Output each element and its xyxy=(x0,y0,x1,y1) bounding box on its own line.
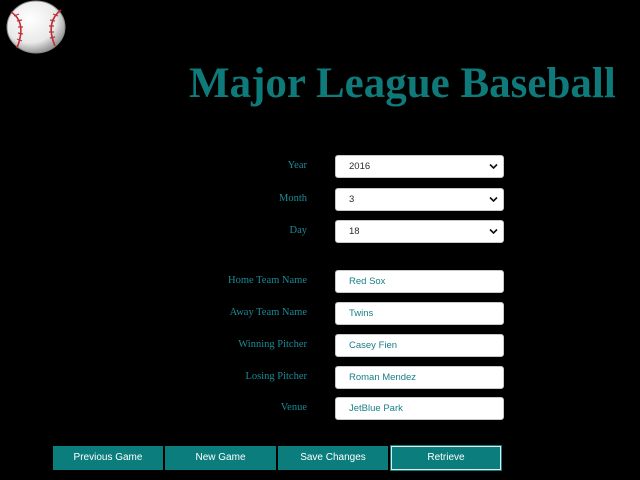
losing-pitcher-input[interactable]: Roman Mendez xyxy=(335,366,504,389)
winning-pitcher-label: Winning Pitcher xyxy=(238,339,307,350)
month-select[interactable]: 3 xyxy=(335,188,504,211)
year-select[interactable]: 2016 xyxy=(335,155,504,178)
baseball-icon xyxy=(6,0,66,54)
away-team-value: Twins xyxy=(349,308,374,319)
winning-pitcher-value: Casey Fien xyxy=(349,340,398,351)
venue-value: JetBlue Park xyxy=(349,403,403,414)
venue-input[interactable]: JetBlue Park xyxy=(335,397,504,420)
month-value: 3 xyxy=(349,194,355,205)
save-changes-button[interactable]: Save Changes xyxy=(278,446,388,470)
day-select[interactable]: 18 xyxy=(335,220,504,243)
chevron-down-icon xyxy=(489,163,498,170)
new-game-button[interactable]: New Game xyxy=(165,446,276,470)
away-team-label: Away Team Name xyxy=(229,307,307,318)
away-team-input[interactable]: Twins xyxy=(335,302,504,325)
page-title: Major League Baseball xyxy=(189,60,616,107)
home-team-label: Home Team Name xyxy=(228,275,307,286)
year-value: 2016 xyxy=(349,161,371,172)
chevron-down-icon xyxy=(489,228,498,235)
previous-game-button[interactable]: Previous Game xyxy=(53,446,163,470)
winning-pitcher-input[interactable]: Casey Fien xyxy=(335,334,504,357)
chevron-down-icon xyxy=(489,196,498,203)
home-team-input[interactable]: Red Sox xyxy=(335,270,504,293)
day-label: Day xyxy=(289,225,308,236)
month-label: Month xyxy=(278,193,307,204)
home-team-value: Red Sox xyxy=(349,276,386,287)
year-label: Year xyxy=(287,160,307,171)
losing-pitcher-label: Losing Pitcher xyxy=(245,371,307,382)
retrieve-button[interactable]: Retrieve xyxy=(391,446,501,470)
day-value: 18 xyxy=(349,226,360,237)
losing-pitcher-value: Roman Mendez xyxy=(349,372,417,383)
venue-label: Venue xyxy=(280,402,307,413)
